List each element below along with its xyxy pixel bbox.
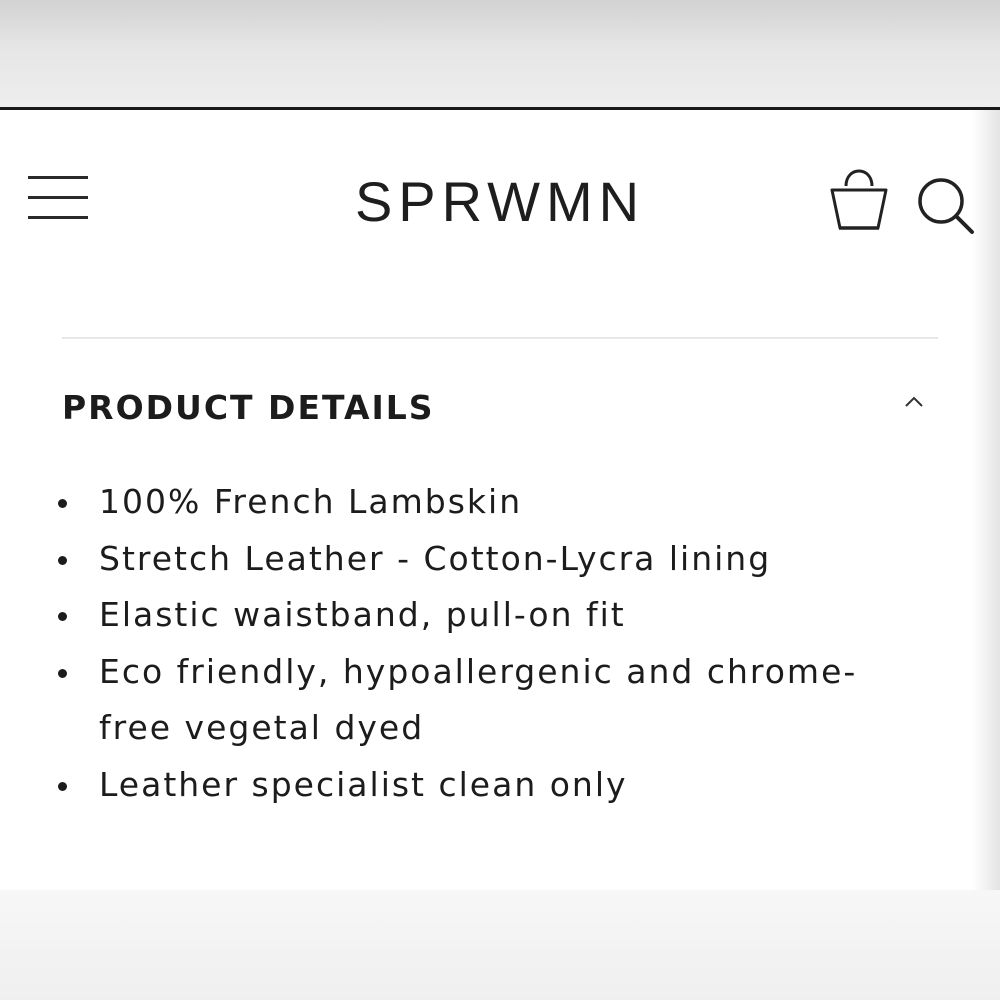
bullet-icon bbox=[58, 612, 67, 621]
list-item: Leather specialist clean only bbox=[56, 757, 916, 814]
chevron-up-icon[interactable] bbox=[902, 392, 926, 412]
menu-line-bottom bbox=[28, 216, 88, 219]
device-top-bezel bbox=[0, 0, 1000, 108]
menu-line-middle bbox=[28, 196, 88, 199]
list-item-text: Stretch Leather - Cotton-Lycra lining bbox=[99, 538, 772, 578]
section-divider bbox=[62, 337, 938, 339]
bullet-icon bbox=[58, 555, 67, 565]
bullet-icon bbox=[58, 499, 67, 508]
shopping-bag-icon[interactable] bbox=[828, 162, 890, 234]
hamburger-menu-icon[interactable] bbox=[28, 176, 90, 222]
list-item-text: Eco friendly, hypoallergenic and chrome-… bbox=[99, 651, 858, 748]
list-item: 100% French Lambskin bbox=[56, 474, 916, 531]
list-item: Stretch Leather - Cotton-Lycra lining bbox=[56, 531, 916, 588]
bullet-icon bbox=[58, 668, 67, 678]
list-item: Elastic waistband, pull-on fit bbox=[56, 587, 916, 644]
menu-line-top bbox=[28, 176, 88, 179]
mobile-screen: SPRWMN PRODUCT DETAILS 100% French Lambs… bbox=[0, 110, 1000, 890]
product-details-title: PRODUCT DETAILS bbox=[62, 388, 435, 427]
list-item-text: Leather specialist clean only bbox=[99, 764, 628, 804]
list-item-text: Elastic waistband, pull-on fit bbox=[99, 595, 626, 634]
product-details-accordion-header[interactable]: PRODUCT DETAILS bbox=[62, 378, 938, 440]
list-item: Eco friendly, hypoallergenic and chrome-… bbox=[56, 644, 916, 757]
device-bottom-bezel bbox=[0, 890, 1000, 1000]
bullet-icon bbox=[58, 781, 67, 791]
search-icon[interactable] bbox=[914, 174, 976, 236]
list-item-text: 100% French Lambskin bbox=[99, 482, 523, 521]
product-details-list: 100% French Lambskin Stretch Leather - C… bbox=[56, 474, 916, 813]
brand-logo[interactable]: SPRWMN bbox=[330, 170, 670, 234]
